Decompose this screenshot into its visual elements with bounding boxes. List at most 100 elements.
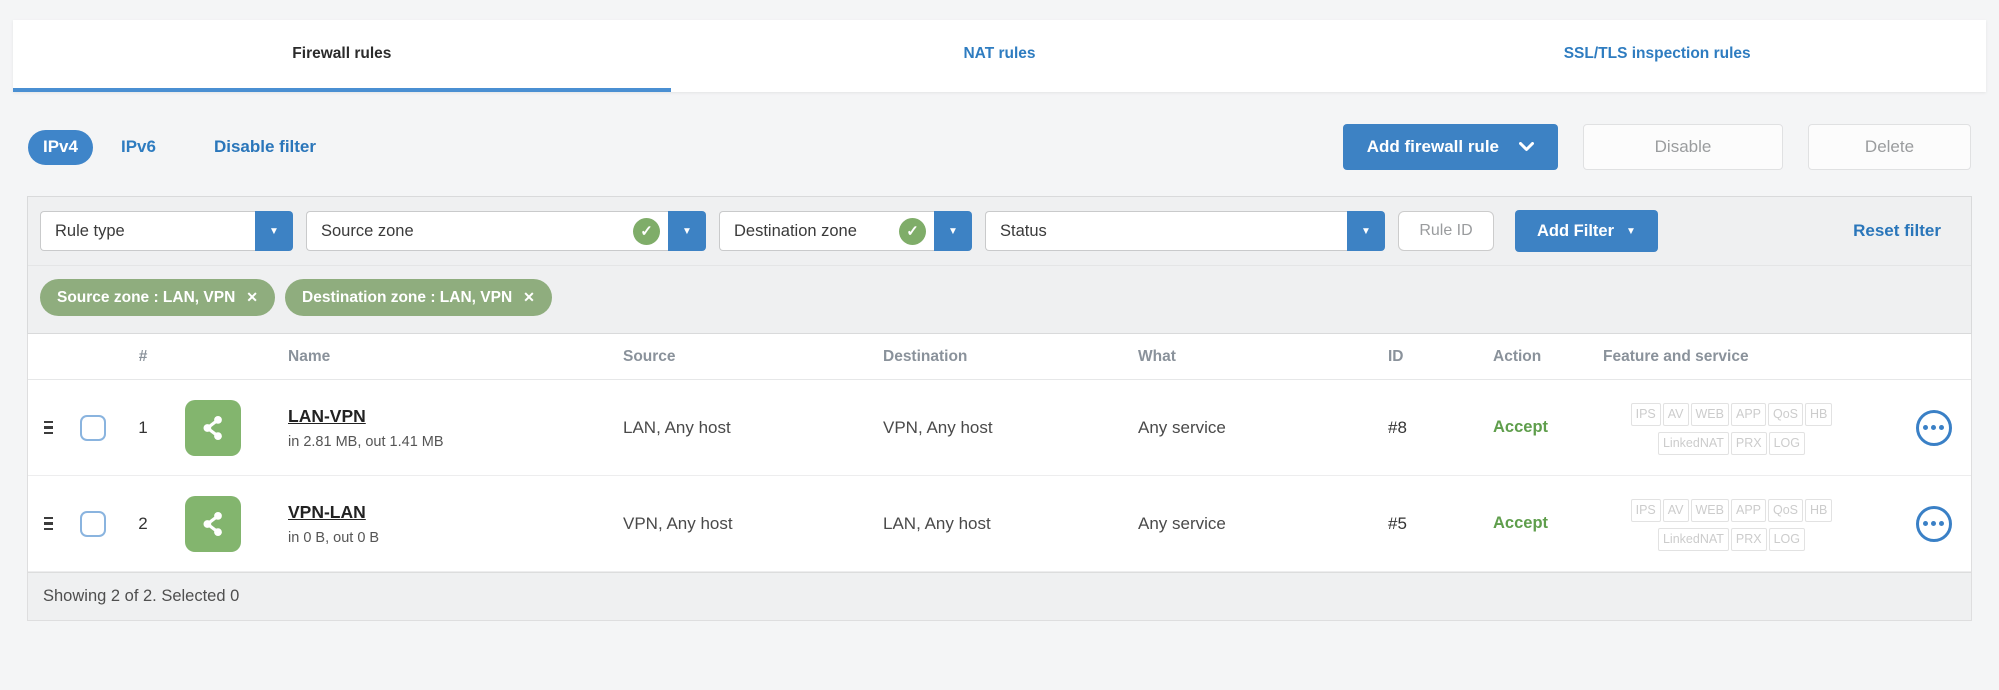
row-checkbox[interactable]: [80, 414, 106, 441]
feature-badge: LOG: [1768, 527, 1806, 551]
add-firewall-rule-label: Add firewall rule: [1366, 137, 1499, 156]
filter-controls-row: Rule type ▼ Source zone ✓ ▼ Destination …: [28, 197, 1971, 266]
dropdown-caret-icon[interactable]: ▼: [668, 211, 706, 251]
chip-label: Destination zone : LAN, VPN: [302, 288, 513, 306]
header-index: #: [138, 347, 148, 365]
ipv6-toggle[interactable]: IPv6: [121, 137, 156, 157]
tab-label: NAT rules: [963, 45, 1036, 62]
tab-firewall-rules[interactable]: Firewall rules: [13, 20, 671, 92]
rule-what: Any service: [1138, 513, 1226, 533]
filter-applied-check-icon: ✓: [633, 217, 660, 245]
status-dropdown[interactable]: Status ▼: [985, 211, 1385, 251]
feature-badge: APP: [1730, 498, 1766, 522]
rule-type-dropdown[interactable]: Rule type ▼: [40, 211, 293, 251]
table-footer-status: Showing 2 of 2. Selected 0: [28, 572, 1971, 620]
rule-destination: VPN, Any host: [883, 417, 993, 437]
reset-filter-link[interactable]: Reset filter: [1853, 221, 1959, 241]
remove-filter-icon[interactable]: ✕: [523, 289, 535, 306]
disable-filter-link[interactable]: Disable filter: [214, 137, 316, 157]
active-filter-chips: Source zone : LAN, VPN ✕ Destination zon…: [28, 266, 1971, 333]
drag-handle-icon: [43, 420, 53, 435]
feature-badge: WEB: [1690, 498, 1729, 522]
feature-badge: AV: [1662, 402, 1689, 426]
chip-label: Source zone : LAN, VPN: [57, 288, 236, 306]
rule-id: #8: [1388, 417, 1407, 437]
feature-badge: WEB: [1690, 402, 1729, 426]
add-filter-button[interactable]: Add Filter ▼: [1515, 210, 1658, 252]
status-dropdown-value: Status: [985, 211, 1347, 251]
dropdown-label: Rule type: [55, 221, 125, 240]
dropdown-label: Status: [1000, 221, 1047, 240]
rule-name-link[interactable]: LAN-VPN: [288, 406, 623, 427]
rule-features: IPS AV WEB APP QoS HB LinkedNAT PRX LOG: [1593, 399, 1896, 457]
feature-badge: HB: [1805, 498, 1833, 522]
rule-features: IPS AV WEB APP QoS HB LinkedNAT PRX LOG: [1593, 495, 1896, 553]
add-firewall-rule-button[interactable]: Add firewall rule: [1342, 124, 1558, 170]
feature-badge: LOG: [1768, 431, 1806, 455]
toolbar: IPv4 IPv6 Disable filter Add firewall ru…: [28, 124, 1971, 170]
feature-badge: LinkedNAT: [1657, 431, 1729, 455]
header-features: Feature and service: [1603, 347, 1749, 365]
filter-panel: Rule type ▼ Source zone ✓ ▼ Destination …: [27, 196, 1972, 334]
source-zone-dropdown[interactable]: Source zone ✓ ▼: [306, 211, 706, 251]
table-row: 1 LAN-VPN in 2.81 MB, out 1.41 MB LAN, A…: [28, 380, 1971, 476]
filter-chip-destination-zone: Destination zone : LAN, VPN ✕: [285, 279, 552, 316]
ipv4-toggle[interactable]: IPv4: [28, 129, 93, 165]
header-action: Action: [1493, 347, 1542, 365]
disable-button[interactable]: Disable: [1583, 124, 1783, 170]
drag-handle[interactable]: [28, 516, 68, 531]
row-number: 1: [138, 417, 148, 437]
row-actions-ellipsis-icon[interactable]: [1915, 505, 1952, 542]
feature-badge: APP: [1730, 402, 1766, 426]
table-header-row: # Name Source Destination What ID Action…: [28, 334, 1971, 380]
feature-badge: IPS: [1630, 402, 1661, 426]
rule-traffic: in 2.81 MB, out 1.41 MB: [288, 433, 444, 450]
header-what: What: [1138, 347, 1176, 365]
delete-button[interactable]: Delete: [1808, 124, 1971, 170]
rule-id-input[interactable]: [1398, 211, 1494, 251]
dropdown-caret-icon[interactable]: ▼: [255, 211, 293, 251]
rules-tab-bar: Firewall rules NAT rules SSL/TLS inspect…: [13, 20, 1986, 92]
header-destination: Destination: [883, 347, 968, 365]
header-name: Name: [288, 347, 331, 365]
feature-badge: LinkedNAT: [1657, 527, 1729, 551]
row-checkbox[interactable]: [80, 510, 106, 537]
drag-handle[interactable]: [28, 420, 68, 435]
feature-badge: AV: [1662, 498, 1689, 522]
filter-chip-source-zone: Source zone : LAN, VPN ✕: [40, 279, 276, 316]
ipv4-label: IPv4: [43, 137, 78, 156]
add-filter-label: Add Filter: [1537, 221, 1614, 240]
rule-source: VPN, Any host: [623, 513, 733, 533]
chevron-down-icon: [1519, 142, 1534, 151]
tab-ssl-tls-inspection-rules[interactable]: SSL/TLS inspection rules: [1328, 20, 1986, 92]
rule-action: Accept: [1493, 418, 1549, 436]
rule-name-link[interactable]: VPN-LAN: [288, 502, 623, 523]
tab-nat-rules[interactable]: NAT rules: [671, 20, 1329, 92]
rule-what: Any service: [1138, 417, 1226, 437]
header-id: ID: [1388, 347, 1404, 365]
feature-badge: IPS: [1630, 498, 1661, 522]
rule-type-share-icon: [185, 495, 241, 552]
destination-zone-dropdown-value: Destination zone ✓: [719, 211, 934, 251]
feature-badge: HB: [1805, 402, 1833, 426]
dropdown-caret-icon[interactable]: ▼: [1347, 211, 1385, 251]
dropdown-label: Source zone: [321, 221, 414, 240]
caret-down-icon: ▼: [1626, 225, 1636, 237]
tab-label: SSL/TLS inspection rules: [1563, 45, 1751, 62]
rule-source: LAN, Any host: [623, 417, 731, 437]
rule-action: Accept: [1493, 514, 1549, 532]
feature-badge: PRX: [1730, 431, 1767, 455]
dropdown-caret-icon[interactable]: ▼: [934, 211, 972, 251]
remove-filter-icon[interactable]: ✕: [246, 289, 258, 306]
feature-badge: PRX: [1730, 527, 1767, 551]
toolbar-actions: Add firewall rule Disable Delete: [1342, 124, 1971, 170]
dropdown-label: Destination zone: [734, 221, 857, 240]
destination-zone-dropdown[interactable]: Destination zone ✓ ▼: [719, 211, 972, 251]
rule-id: #5: [1388, 513, 1407, 533]
tab-label: Firewall rules: [292, 45, 392, 62]
rule-type-share-icon: [185, 399, 241, 456]
rule-destination: LAN, Any host: [883, 513, 991, 533]
row-actions-ellipsis-icon[interactable]: [1915, 409, 1952, 446]
firewall-rules-table: # Name Source Destination What ID Action…: [27, 334, 1972, 621]
feature-badge: QoS: [1768, 498, 1804, 522]
